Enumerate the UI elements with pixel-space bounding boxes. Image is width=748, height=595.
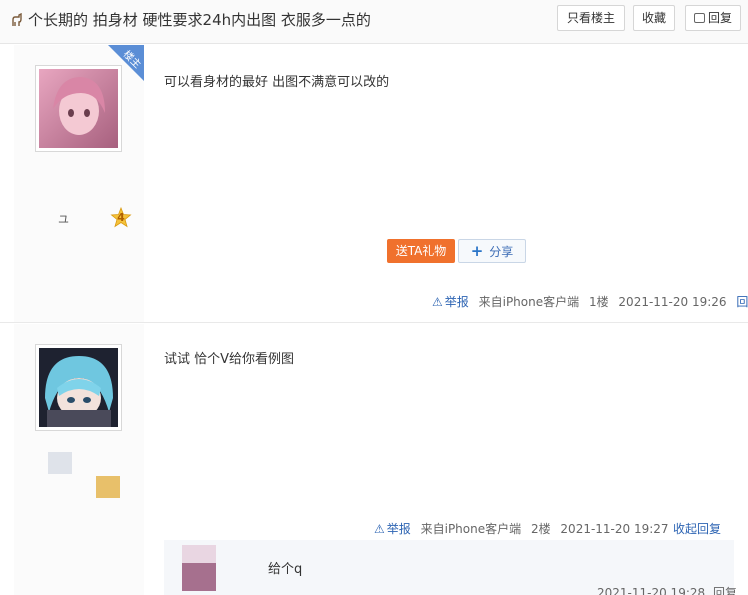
report-link[interactable]: 举报	[387, 522, 411, 536]
post-floor-2: 试试 恰个V给你看例图 ⚠ 举报 来自iPhone客户端 2楼 2021-11-2…	[0, 324, 748, 595]
warning-icon: ⚠	[432, 295, 443, 309]
sub-reply-timestamp: 2021-11-20 19:28	[597, 586, 706, 595]
warning-icon: ⚠	[374, 522, 385, 536]
reply-avatar[interactable]	[182, 545, 216, 591]
post-source: 来自iPhone客户端	[420, 522, 522, 536]
share-label: 分享	[489, 245, 514, 259]
post-meta: ⚠举报 来自iPhone客户端 1楼 2021-11-20 19:26 回复	[432, 293, 748, 310]
thread-title-text: 个长期的 拍身材 硬性要求24h内出图 衣服多一点的	[28, 11, 371, 29]
collapse-replies-link[interactable]: 收起回复	[673, 522, 721, 536]
share-button[interactable]: + 分享	[458, 239, 526, 263]
reply-icon	[693, 13, 705, 23]
thread-title: 个长期的 拍身材 硬性要求24h内出图 衣服多一点的	[10, 9, 371, 30]
op-badge: 楼主	[108, 45, 144, 81]
floor-number: 2楼	[530, 522, 551, 536]
send-gift-button[interactable]: 送TA礼物	[387, 239, 455, 263]
post-timestamp: 2021-11-20 19:26	[618, 295, 727, 309]
post-content: 试试 恰个V给你看例图	[164, 352, 295, 367]
medal-icon	[96, 476, 120, 498]
avatar[interactable]	[35, 344, 122, 431]
llama-icon	[10, 12, 24, 27]
author-sidebar	[14, 324, 144, 595]
avatar-image	[39, 69, 118, 148]
post-source: 来自iPhone客户端	[478, 295, 580, 309]
sub-reply-reply-link[interactable]: 回复	[713, 586, 737, 595]
post-meta: ⚠ 举报 来自iPhone客户端 2楼 2021-11-20 19:27	[374, 520, 669, 537]
plus-icon: +	[470, 242, 484, 260]
reply-button[interactable]: 回复	[685, 5, 741, 31]
only-op-button[interactable]: 只看楼主	[557, 5, 625, 31]
collapse-replies-meta: 收起回复	[673, 520, 721, 537]
sub-reply-meta: 2021-11-20 19:28 回复	[597, 584, 737, 595]
sub-reply: 给个q 2021-11-20 19:28 回复	[164, 540, 737, 595]
favorite-button[interactable]: 收藏	[633, 5, 675, 31]
rank-icon	[48, 452, 72, 474]
post-reply-link[interactable]: 回复	[736, 295, 748, 309]
avatar-image	[39, 348, 118, 427]
thread-header: 个长期的 拍身材 硬性要求24h内出图 衣服多一点的 只看楼主 收藏 回复	[0, 0, 748, 44]
sub-reply-content: 给个q	[268, 562, 303, 577]
level-number: 4	[117, 211, 125, 224]
author-sidebar: ユ 4	[14, 45, 144, 322]
level-label: ユ	[58, 213, 69, 226]
report-link[interactable]: 举报	[445, 295, 469, 309]
reply-button-label: 回复	[707, 11, 732, 25]
post-timestamp: 2021-11-20 19:27	[560, 522, 669, 536]
floor-number: 1楼	[588, 295, 609, 309]
post-floor-1: ユ 4 楼主 可以看身材的最好 出图不满意可以改的 送TA礼物 + 分享 ⚠ 举报 …	[0, 45, 748, 323]
post-content: 可以看身材的最好 出图不满意可以改的	[164, 75, 390, 90]
reply-avatar-image	[182, 545, 216, 591]
